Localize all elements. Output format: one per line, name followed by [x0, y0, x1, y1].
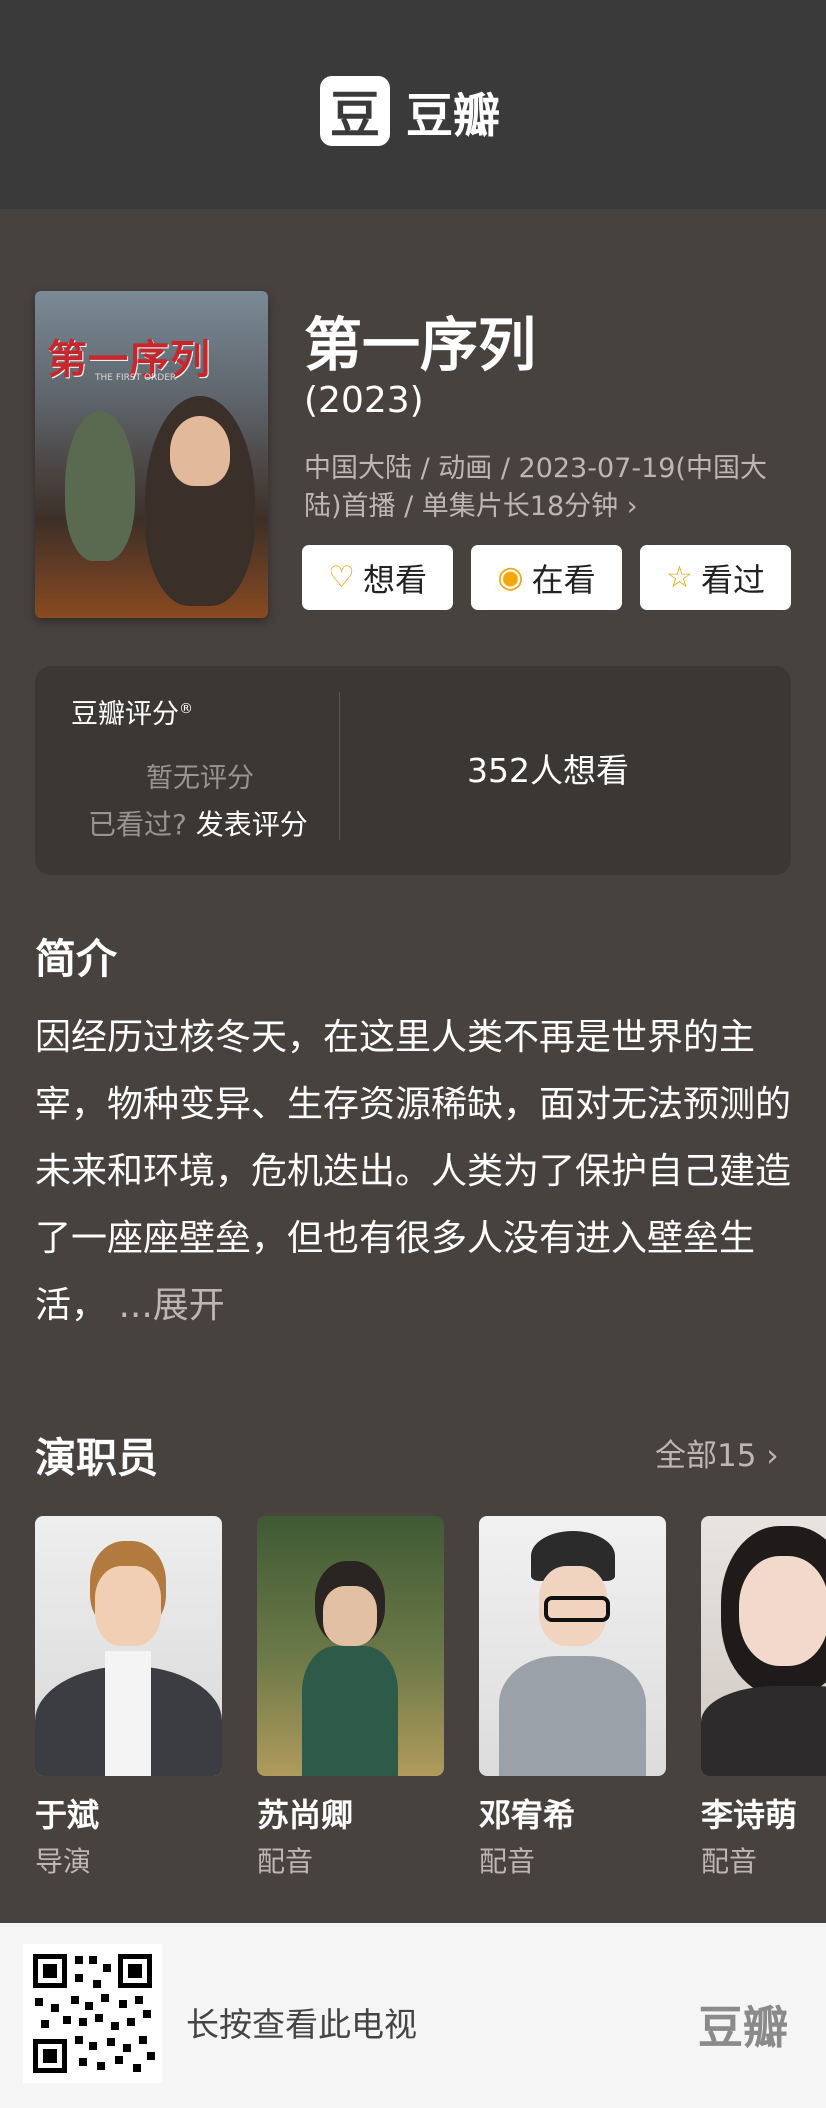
intro-title: 简介	[35, 935, 117, 983]
cast-card[interactable]: 苏尚卿 配音	[257, 1516, 444, 1880]
show-year: (2023)	[304, 380, 424, 421]
app-header: 豆 豆瓣	[0, 0, 826, 209]
poster-face	[170, 416, 230, 486]
cast-role: 导演	[35, 1845, 92, 1878]
cast-photo	[35, 1516, 222, 1776]
cast-photo	[257, 1516, 444, 1776]
want-to-watch-label: 想看	[362, 560, 427, 599]
rate-link[interactable]: 发表评分	[196, 808, 308, 841]
douban-logo-icon: 豆	[320, 76, 390, 146]
intro-text: 因经历过核冬天，在这里人类不再是世界的主宰，物种变异、生存资源稀缺，面对无法预测…	[35, 1004, 795, 1339]
seen-prompt: 已看过?	[88, 808, 187, 841]
cast-card[interactable]: 邓宥希 配音	[479, 1516, 666, 1880]
intro-body: 因经历过核冬天，在这里人类不再是世界的主宰，物种变异、生存资源稀缺，面对无法预测…	[35, 1017, 792, 1326]
cast-name: 苏尚卿	[257, 1796, 354, 1834]
watching-button[interactable]: ◉ 在看	[471, 545, 622, 610]
rating-none-text: 暂无评分	[146, 763, 254, 794]
rating-title: 豆瓣评分®	[71, 699, 193, 730]
poster-image[interactable]: 第一序列 THE FIRST ORDER	[35, 291, 268, 618]
expand-link[interactable]: ...展开	[118, 1285, 224, 1326]
target-icon: ◉	[497, 560, 524, 595]
cast-all-link[interactable]: 全部15 ›	[655, 1430, 779, 1475]
cast-name: 李诗萌	[701, 1796, 798, 1834]
footer-hint: 长按查看此电视	[186, 2005, 417, 2044]
registered-mark: ®	[179, 701, 193, 717]
cast-name: 邓宥希	[479, 1796, 576, 1834]
douban-logo[interactable]: 豆 豆瓣	[320, 76, 500, 146]
rating-divider	[339, 692, 340, 840]
star-icon: ☆	[666, 560, 693, 595]
cast-card[interactable]: 于斌 导演	[35, 1516, 222, 1880]
cast-name: 于斌	[35, 1796, 100, 1834]
poster-figure-left	[65, 411, 135, 561]
cast-title: 演职员	[35, 1434, 158, 1482]
show-title: 第一序列	[304, 311, 537, 379]
watched-label: 看过	[700, 560, 765, 599]
want-count: 352人想看	[467, 751, 629, 790]
cast-photo	[479, 1516, 666, 1776]
cast-card[interactable]: 李诗萌 配音	[701, 1516, 826, 1880]
qr-code[interactable]	[23, 1944, 162, 2083]
rating-card: 豆瓣评分® 暂无评分 已看过? 发表评分 352人想看	[35, 666, 791, 875]
footer-logo: 豆瓣	[698, 2001, 789, 2054]
watching-label: 在看	[531, 560, 596, 599]
poster-subtitle-art: THE FIRST ORDER	[95, 373, 177, 383]
want-to-watch-button[interactable]: ♡ 想看	[302, 545, 453, 610]
cast-photo	[701, 1516, 826, 1776]
cast-role: 配音	[701, 1845, 758, 1878]
show-meta[interactable]: 中国大陆 / 动画 / 2023-07-19(中国大陆)首播 / 单集片长18分…	[304, 450, 774, 526]
cast-role: 配音	[479, 1845, 536, 1878]
heart-plus-icon: ♡	[328, 560, 355, 595]
rating-seen-row: 已看过? 发表评分	[88, 803, 308, 843]
watched-button[interactable]: ☆ 看过	[640, 545, 791, 610]
cast-role: 配音	[257, 1845, 314, 1878]
douban-logo-text: 豆瓣	[406, 88, 500, 144]
share-footer: 长按查看此电视 豆瓣	[0, 1923, 826, 2108]
